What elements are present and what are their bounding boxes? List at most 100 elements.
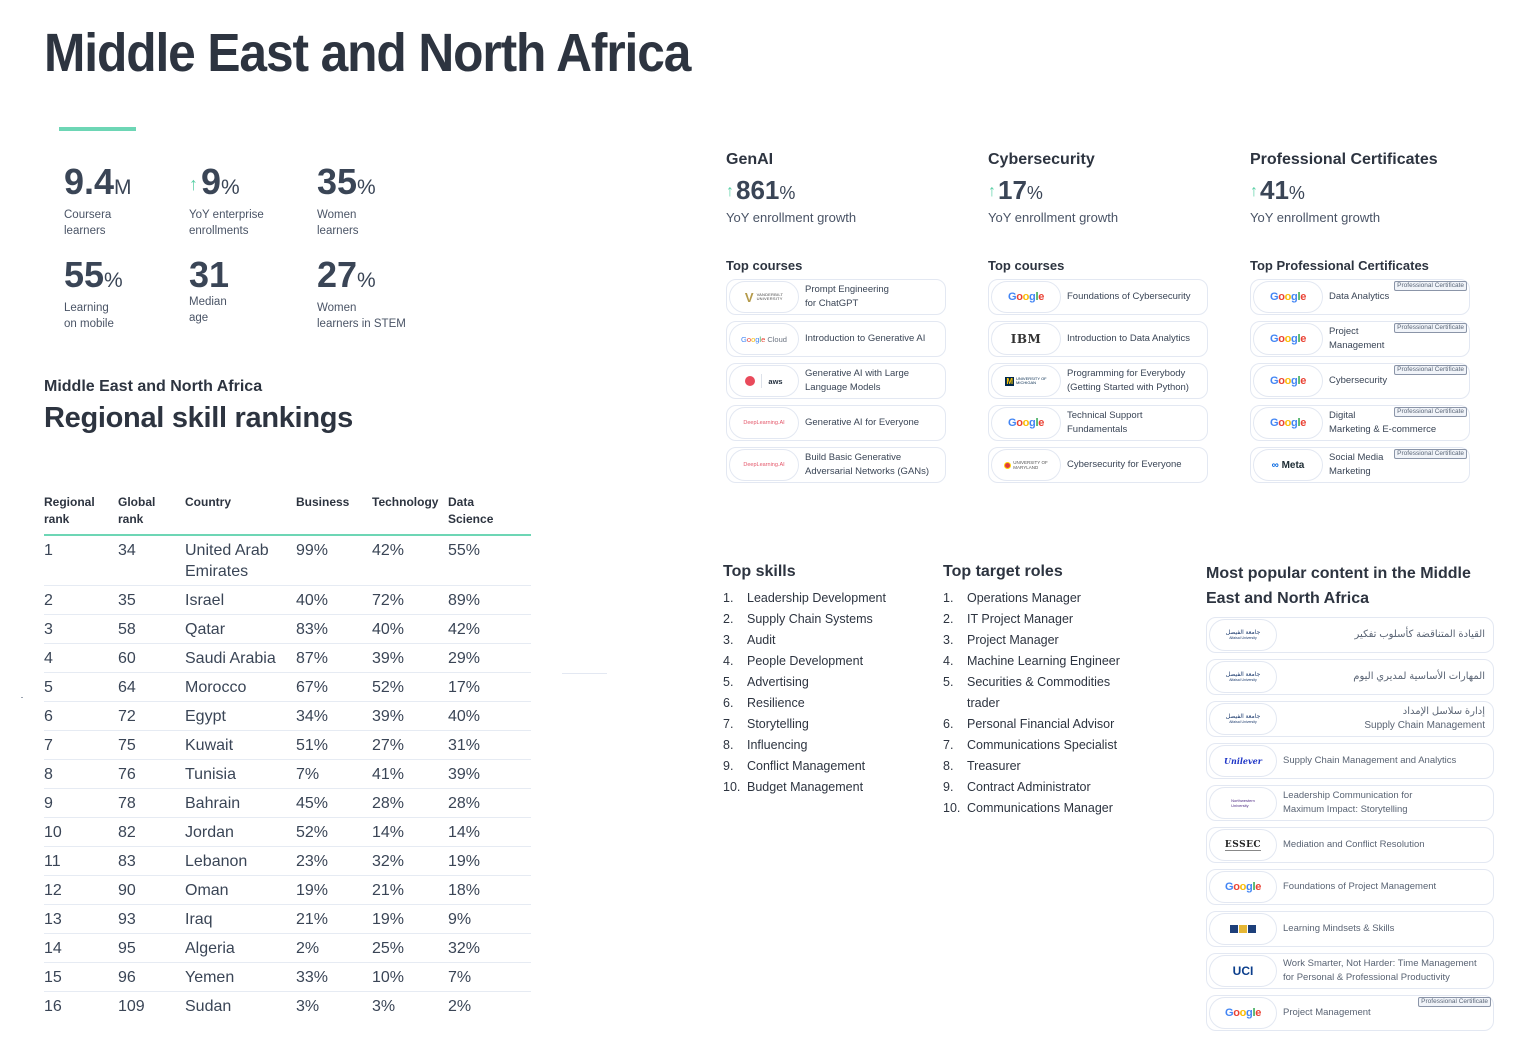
professional-certificate-badge: Professional Certificate — [1394, 365, 1467, 375]
list-number: 6. — [943, 717, 954, 731]
stat-unit: % — [104, 269, 123, 292]
country-cell: Sudan — [185, 998, 232, 1015]
popular-content-card[interactable]: Unilever Supply Chain Management and Anal… — [1206, 743, 1494, 779]
global-rank-cell: 109 — [118, 998, 145, 1015]
course-title: Prompt Engineering for ChatGPT — [805, 284, 889, 309]
top-courses-title: Top courses — [726, 258, 803, 273]
table-row: 11 83 Lebanon 23% 32% 19% — [44, 846, 531, 876]
popular-content-title-text: إدارة سلاسل الإمداد Supply Chain Managem… — [1364, 706, 1485, 731]
list-item: 3. Project Manager — [943, 630, 1143, 651]
course-card[interactable]: aws Generative AI with Large Language Mod… — [726, 363, 946, 399]
country-cell: Israel — [185, 585, 296, 615]
popular-content-card[interactable]: UCI Work Smarter, Not Harder: Time Manage… — [1206, 953, 1494, 989]
popular-content-card[interactable]: Learning Mindsets & Skills — [1206, 911, 1494, 947]
google-logo: Google — [991, 407, 1061, 439]
top-skills-title: Top skills — [723, 563, 796, 580]
popular-content-card[interactable]: جامعة الفيصل Alfaisal University القيادة ا… — [1206, 617, 1494, 653]
table-row: 9 78 Bahrain 45% 28% 28% — [44, 788, 531, 818]
category-title: Cybersecurity — [988, 151, 1095, 168]
list-item-text: Budget Management — [747, 780, 864, 794]
list-item: 8. Treasurer — [943, 756, 1143, 777]
list-item-text: Project Manager — [967, 633, 1059, 647]
course-card[interactable]: M UNIVERSITY OF MICHIGAN Programming for Ev… — [988, 363, 1208, 399]
stat-value: 35 — [317, 161, 358, 202]
country-cell: Qatar — [185, 614, 296, 644]
course-card[interactable]: Google Cybersecurity Professional Certific… — [1250, 363, 1470, 399]
popular-content-card[interactable]: Google Project Management Professional Cer… — [1206, 995, 1494, 1031]
country-cell: United Arab Emirates — [185, 535, 296, 586]
umd-wordmark: UNIVERSITY OF MARYLAND — [1004, 460, 1048, 470]
global-rank-cell: 60 — [118, 643, 185, 673]
list-number: 5. — [943, 675, 954, 689]
deeplearning-ai-logo: DeepLearning.AI — [729, 407, 799, 439]
stat-unit: % — [357, 269, 376, 292]
popular-content-card[interactable]: Google Foundations of Project Management — [1206, 869, 1494, 905]
top-certificates-title: Top Professional Certificates — [1250, 258, 1429, 273]
course-card[interactable]: V VANDERBILT UNIVERSITY Prompt Engineering … — [726, 279, 946, 315]
course-card[interactable]: ∞ Meta Social Media Marketing Professional… — [1250, 447, 1470, 483]
country-cell: Yemen — [185, 962, 296, 992]
technology-cell: 32% — [372, 846, 448, 876]
course-card[interactable]: Google Foundations of Cybersecurity — [988, 279, 1208, 315]
popular-content-card[interactable]: ESSEC Mediation and Conflict Resolution — [1206, 827, 1494, 863]
course-card[interactable]: UNIVERSITY OF MARYLAND Cybersecurity for E… — [988, 447, 1208, 483]
business-cell: 33% — [296, 962, 372, 992]
course-card[interactable]: DeepLearning.AI Build Basic Generative Ad… — [726, 447, 946, 483]
google-logo: Google — [1253, 281, 1323, 313]
regional-rank-cell: 8 — [44, 759, 118, 789]
ibm-wordmark: IBM — [1010, 332, 1042, 346]
global-rank-cell: 34 — [118, 535, 185, 586]
course-title: Social Media Marketing — [1329, 452, 1384, 477]
popular-content-list: جامعة الفيصل Alfaisal University القيادة ا… — [1206, 617, 1496, 1031]
table-row: 3 58 Qatar 83% 40% 42% — [44, 614, 531, 644]
popular-content-card[interactable]: جامعة الفيصل Alfaisal University إدارة سلا… — [1206, 701, 1494, 737]
business-cell: 87% — [296, 643, 372, 673]
course-card[interactable]: Google Project Management Professional Cer… — [1250, 321, 1470, 357]
umich-wordmark: M UNIVERSITY OF MICHIGAN — [1005, 376, 1047, 386]
alfaisal-english: Alfaisal University — [1229, 677, 1257, 682]
course-card[interactable]: DeepLearning.AI Generative AI for Everyon… — [726, 405, 946, 441]
country-cell: Kuwait — [185, 730, 296, 760]
popular-content-card[interactable]: جامعة الفيصل Alfaisal University المهارات … — [1206, 659, 1494, 695]
table-row: 1 34 United Arab Emirates 99% 42% 55% — [44, 535, 531, 586]
table-row: 4 60 Saudi Arabia 87% 39% 29% — [44, 643, 531, 673]
stat-value: 27 — [317, 254, 358, 295]
list-item: 8. Influencing — [723, 735, 933, 756]
global-rank-cell: 95 — [118, 933, 185, 963]
category-label: YoY enrollment growth — [988, 210, 1119, 225]
top-roles-list: 1. Operations Manager 2. IT Project Manager… — [943, 588, 1143, 819]
stat-mobile-learning: 55% Learning on mobile — [64, 255, 189, 332]
course-list: Google Data Analytics Professional Certifi… — [1250, 279, 1490, 483]
data-science-cell: 17% — [448, 672, 531, 702]
stat-coursera-learners: 9.4M Coursera learners — [64, 162, 189, 239]
regional-rank-cell: 3 — [44, 614, 118, 644]
course-card[interactable]: Google Digital Marketing & E-commerce Prof… — [1250, 405, 1470, 441]
list-item: 2. Supply Chain Systems — [723, 609, 933, 630]
course-card[interactable]: IBM Introduction to Data Analytics — [988, 321, 1208, 357]
business-cell: 99% — [296, 535, 372, 586]
unilever-logo: Unilever — [1209, 745, 1277, 777]
data-science-cell: 28% — [448, 788, 531, 818]
regional-rank-cell: 13 — [44, 904, 118, 934]
country-cell: Tunisia — [185, 759, 296, 789]
course-card[interactable]: Google Data Analytics Professional Certifi… — [1250, 279, 1470, 315]
popular-content-card[interactable]: Northwestern University Leadership Commun… — [1206, 785, 1494, 821]
list-number: 4. — [723, 654, 734, 668]
course-card[interactable]: Google Technical Support Fundamentals — [988, 405, 1208, 441]
course-card[interactable]: Google Cloud Introduction to Generative A… — [726, 321, 946, 357]
popular-content-title-text: Leadership Communication for Maximum Imp… — [1283, 790, 1413, 815]
stat-median-age: 31 Median age — [189, 255, 317, 332]
table-row: 2 35 Israel 40% 72% 89% — [44, 585, 531, 615]
popular-content-title-text: Foundations of Project Management — [1283, 881, 1437, 892]
list-number: 3. — [723, 633, 734, 647]
course-list: Google Foundations of Cybersecurity IBM Int… — [988, 279, 1228, 483]
list-number: 3. — [943, 633, 954, 647]
rankings-table: Regional rank Global rank Country Busine… — [44, 494, 531, 1020]
country-cell: Lebanon — [185, 846, 296, 876]
umich-logo: M UNIVERSITY OF MICHIGAN — [991, 365, 1061, 397]
table-row: 8 76 Tunisia 7% 41% 39% — [44, 759, 531, 789]
global-rank-cell: 90 — [118, 875, 185, 905]
vanderbilt-wordmark: V VANDERBILT UNIVERSITY — [744, 289, 784, 305]
popular-content-title-text: المهارات الأساسية لمديري اليوم — [1353, 671, 1485, 682]
stat-label: Coursera learners — [64, 209, 112, 237]
